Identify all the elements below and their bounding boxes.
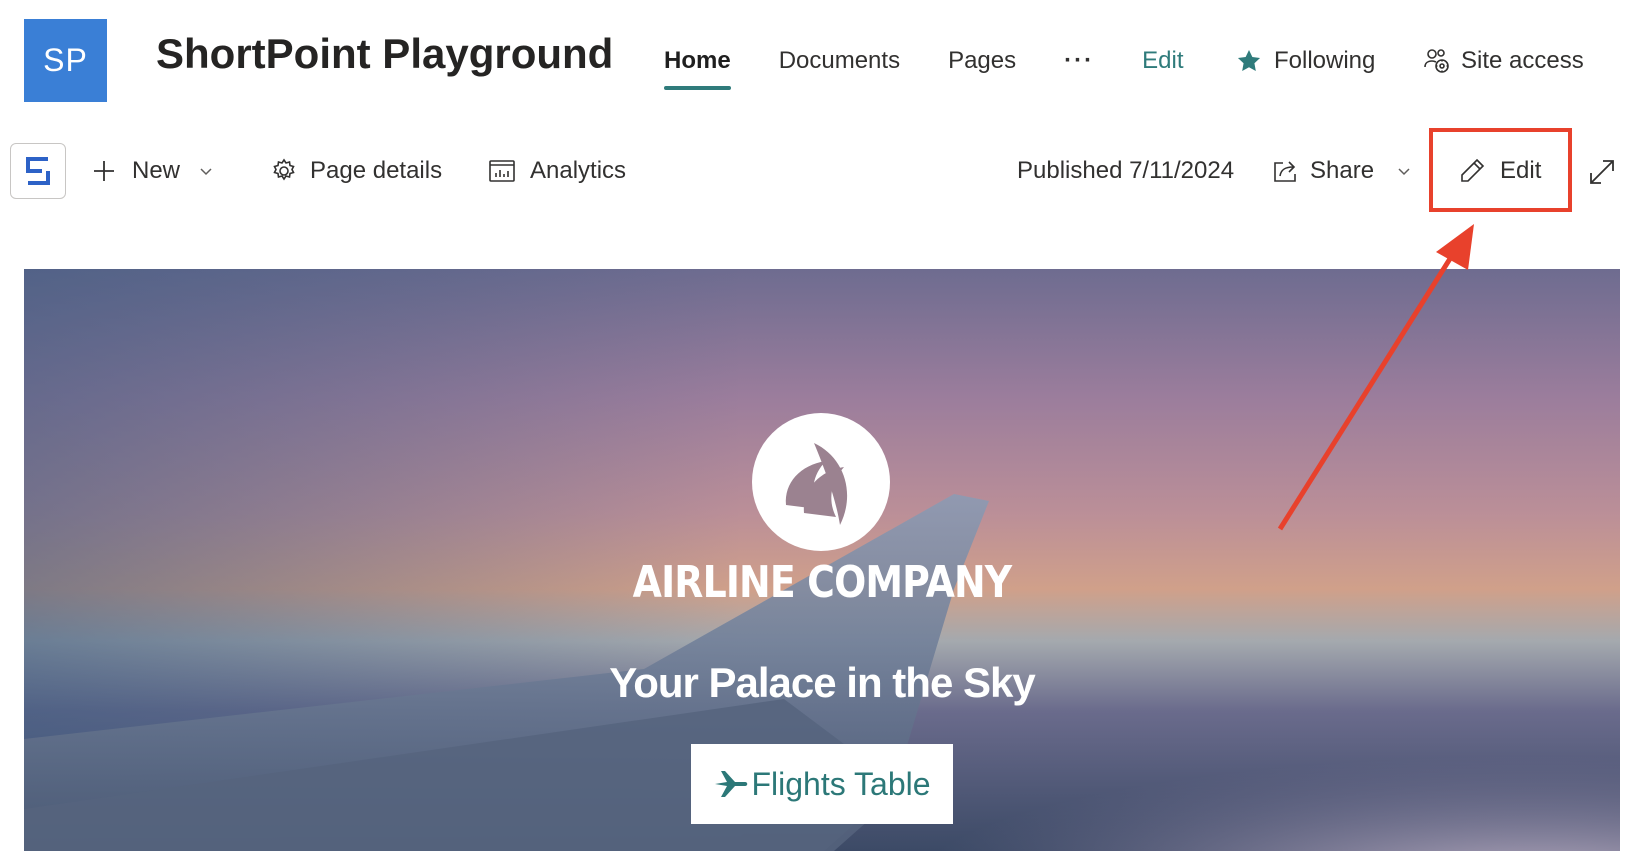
new-button[interactable]: New bbox=[92, 154, 214, 188]
airplane-icon bbox=[715, 771, 748, 797]
analytics-button[interactable]: Analytics bbox=[488, 154, 626, 188]
analytics-icon bbox=[489, 160, 515, 182]
shortpoint-app-button[interactable] bbox=[10, 143, 66, 199]
edit-highlight-box bbox=[1429, 128, 1572, 212]
top-nav: Home Documents Pages ··· Edit bbox=[664, 44, 1183, 94]
page-details-button[interactable]: Page details bbox=[270, 154, 442, 188]
annotation-arrow bbox=[1277, 224, 1474, 531]
published-status: Published 7/11/2024 bbox=[1017, 157, 1235, 184]
nav-item-documents[interactable]: Documents bbox=[779, 44, 900, 94]
following-label: Following bbox=[1274, 47, 1376, 74]
nav-item-pages[interactable]: Pages bbox=[948, 44, 1016, 94]
page-details-label: Page details bbox=[310, 157, 443, 184]
star-icon bbox=[1237, 49, 1261, 71]
flights-table-button[interactable]: Flights Table bbox=[691, 744, 953, 824]
airline-brand-name: AIRLINE COMPANY bbox=[632, 557, 1013, 608]
expand-icon[interactable] bbox=[1587, 157, 1617, 187]
people-settings-icon bbox=[1424, 49, 1449, 73]
new-label: New bbox=[132, 157, 181, 184]
analytics-label: Analytics bbox=[530, 157, 627, 184]
flights-table-label: Flights Table bbox=[751, 765, 931, 802]
share-label: Share bbox=[1310, 157, 1375, 184]
share-button[interactable]: Share bbox=[1272, 154, 1412, 188]
site-header: SP ShortPoint Playground Home Documents … bbox=[0, 0, 1630, 120]
share-icon bbox=[1274, 161, 1296, 182]
nav-more-button[interactable]: ··· bbox=[1064, 44, 1094, 94]
airline-logo bbox=[752, 413, 890, 551]
plus-icon bbox=[94, 161, 114, 181]
nav-item-home[interactable]: Home bbox=[664, 44, 731, 94]
site-logo[interactable]: SP bbox=[24, 19, 107, 102]
site-title[interactable]: ShortPoint Playground bbox=[156, 30, 613, 78]
chevron-down-icon bbox=[1398, 168, 1410, 176]
site-access-label: Site access bbox=[1461, 47, 1584, 74]
gear-icon bbox=[273, 158, 295, 181]
following-button[interactable]: Following bbox=[1236, 44, 1375, 78]
nav-edit-link[interactable]: Edit bbox=[1142, 44, 1183, 94]
shortpoint-icon bbox=[26, 157, 50, 185]
site-access-button[interactable]: Site access bbox=[1423, 44, 1584, 78]
command-bar: New Page details Analytics Published 7/1… bbox=[0, 130, 1630, 210]
hero-tagline: Your Palace in the Sky bbox=[609, 659, 1035, 706]
chevron-down-icon bbox=[200, 168, 212, 176]
